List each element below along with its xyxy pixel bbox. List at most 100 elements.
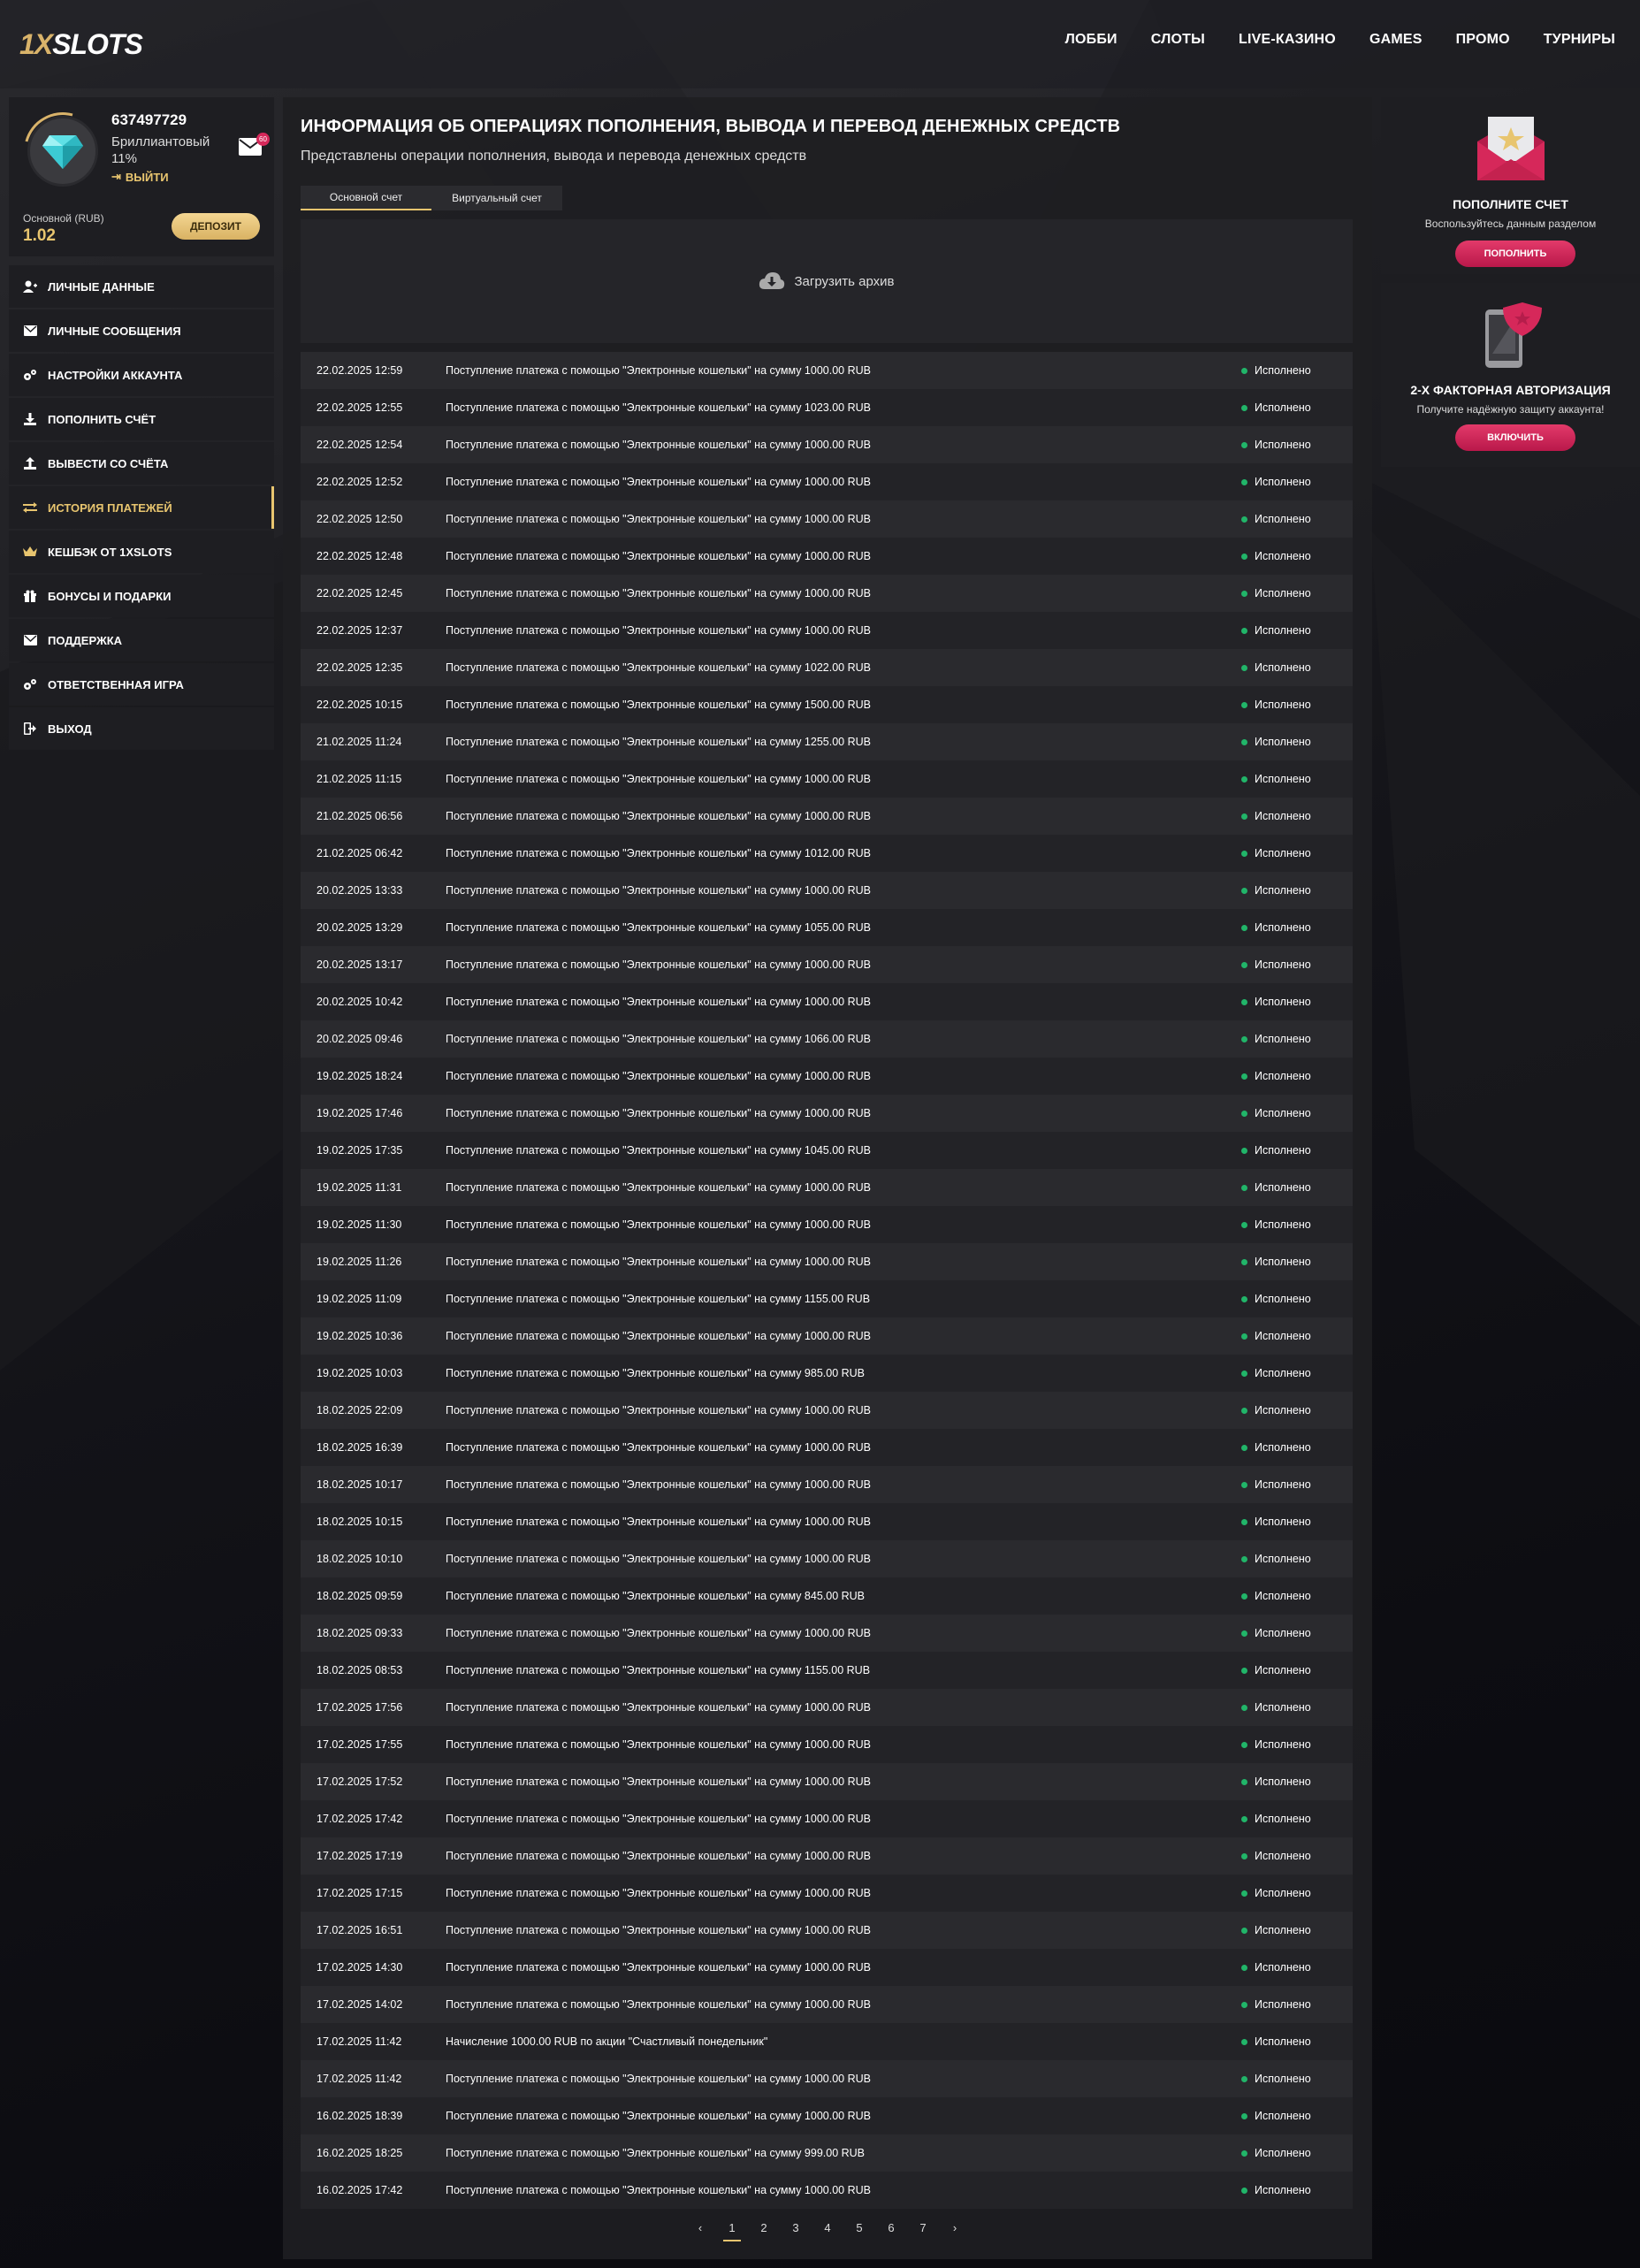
tx-status-label: Исполнено [1255, 1107, 1311, 1119]
diamond-icon [42, 135, 83, 169]
pager-prev-icon[interactable]: ‹ [684, 2218, 716, 2241]
tx-status: Исполнено [1241, 1664, 1353, 1676]
tx-status: Исполнено [1241, 661, 1353, 674]
tx-date: 16.02.2025 18:25 [317, 2147, 403, 2159]
tx-status: Исполнено [1241, 1738, 1353, 1751]
tx-status-label: Исполнено [1255, 884, 1311, 897]
table-row: 21.02.2025 06:56 Поступление платежа с по… [301, 798, 1353, 835]
pager-next-icon[interactable]: › [939, 2218, 971, 2241]
site-logo[interactable]: 1X SLOTS [19, 27, 143, 62]
menu-responsible-gaming[interactable]: ОТВЕТСТВЕННАЯ ИГРА [9, 663, 274, 706]
envelope-star-icon [1477, 117, 1545, 180]
menu-withdraw[interactable]: ВЫВЕСТИ СО СЧЁТА [9, 442, 274, 485]
status-dot-icon [1241, 1778, 1247, 1785]
tx-status: Исполнено [1241, 1516, 1353, 1528]
table-row: 18.02.2025 10:15 Поступление платежа с по… [301, 1503, 1353, 1540]
tx-status: Исполнено [1241, 364, 1353, 377]
tx-status: Исполнено [1241, 1218, 1353, 1231]
tx-status-label: Исполнено [1255, 2184, 1311, 2196]
menu-account-settings[interactable]: НАСТРОЙКИ АККАУНТА [9, 354, 274, 396]
pager-page-7[interactable]: 7 [907, 2218, 939, 2241]
table-row: 22.02.2025 12:37 Поступление платежа с по… [301, 612, 1353, 649]
gears-icon [23, 368, 37, 382]
menu-personal-messages[interactable]: ЛИЧНЫЕ СООБЩЕНИЯ [9, 309, 274, 352]
table-row: 17.02.2025 16:51 Поступление платежа с по… [301, 1912, 1353, 1949]
tx-description: Поступление платежа с помощью "Электронн… [446, 1070, 871, 1082]
top-up-button[interactable]: ПОПОЛНИТЬ [1455, 241, 1575, 267]
table-row: 22.02.2025 12:50 Поступление платежа с по… [301, 500, 1353, 538]
table-row: 18.02.2025 22:09 Поступление платежа с по… [301, 1392, 1353, 1429]
status-dot-icon [1241, 813, 1247, 820]
nav-lobby[interactable]: ЛОББИ [1065, 32, 1117, 48]
menu-cashback[interactable]: КЕШБЭК ОТ 1XSLOTS [9, 531, 274, 573]
menu-label: ЛИЧНЫЕ ДАННЫЕ [48, 279, 155, 294]
user-id: 637497729 [111, 111, 187, 128]
tab-virtual-account[interactable]: Виртуальный счет [431, 186, 562, 210]
table-row: 16.02.2025 17:42 Поступление платежа с по… [301, 2172, 1353, 2209]
table-row: 20.02.2025 10:42 Поступление платежа с по… [301, 983, 1353, 1020]
status-dot-icon [1241, 1964, 1247, 1971]
pager-page-3[interactable]: 3 [780, 2218, 812, 2241]
tx-status-label: Исполнено [1255, 1293, 1311, 1305]
deposit-button[interactable]: ДЕПОЗИТ [172, 213, 260, 240]
tx-status-label: Исполнено [1255, 736, 1311, 748]
tx-description: Поступление платежа с помощью "Электронн… [446, 1516, 871, 1528]
tx-date: 20.02.2025 13:29 [317, 921, 403, 934]
tx-date: 20.02.2025 13:33 [317, 884, 403, 897]
tx-description: Поступление платежа с помощью "Электронн… [446, 699, 871, 711]
tx-date: 17.02.2025 17:19 [317, 1850, 403, 1862]
menu-personal-data[interactable]: ЛИЧНЫЕ ДАННЫЕ [9, 265, 274, 308]
status-dot-icon [1241, 1815, 1247, 1822]
pager-page-2[interactable]: 2 [748, 2218, 780, 2241]
tx-date: 19.02.2025 10:36 [317, 1330, 403, 1342]
tx-date: 17.02.2025 17:55 [317, 1738, 403, 1751]
tx-status-label: Исполнено [1255, 1404, 1311, 1417]
status-dot-icon [1241, 515, 1247, 523]
tx-status-label: Исполнено [1255, 587, 1311, 599]
tx-description: Поступление платежа с помощью "Электронн… [446, 1181, 871, 1194]
menu-payment-history[interactable]: ИСТОРИЯ ПЛАТЕЖЕЙ [9, 486, 274, 529]
twofa-card-text: Получите надёжную защиту аккаунта! [1416, 403, 1605, 416]
tx-status-label: Исполнено [1255, 1887, 1311, 1899]
pager-page-4[interactable]: 4 [812, 2218, 843, 2241]
nav-promo[interactable]: ПРОМО [1456, 32, 1510, 48]
menu-exit[interactable]: ВЫХОД [9, 707, 274, 750]
pager-page-5[interactable]: 5 [843, 2218, 875, 2241]
download-archive-button[interactable]: Загрузить архив [301, 219, 1353, 343]
tx-description: Поступление платежа с помощью "Электронн… [446, 810, 871, 822]
tx-status: Исполнено [1241, 1293, 1353, 1305]
menu-label: ВЫХОД [48, 722, 92, 736]
table-row: 22.02.2025 12:55 Поступление платежа с по… [301, 389, 1353, 426]
table-row: 18.02.2025 08:53 Поступление платежа с по… [301, 1652, 1353, 1689]
tx-description: Поступление платежа с помощью "Электронн… [446, 1998, 871, 2011]
nav-slots[interactable]: СЛОТЫ [1151, 32, 1205, 48]
pager-page-1[interactable]: 1 [716, 2218, 748, 2241]
tx-status-label: Исполнено [1255, 2073, 1311, 2085]
nav-games[interactable]: GAMES [1369, 32, 1423, 48]
table-row: 20.02.2025 13:29 Поступление платежа с по… [301, 909, 1353, 946]
menu-bonuses[interactable]: БОНУСЫ И ПОДАРКИ [9, 575, 274, 617]
logo-part-1x: 1X [19, 27, 53, 60]
tab-main-account[interactable]: Основной счет [301, 186, 431, 210]
status-dot-icon [1241, 1258, 1247, 1265]
avatar [27, 116, 98, 187]
tx-status: Исполнено [1241, 810, 1353, 822]
tx-status: Исполнено [1241, 587, 1353, 599]
tx-description: Поступление платежа с помощью "Электронн… [446, 1033, 871, 1045]
menu-deposit[interactable]: ПОПОЛНИТЬ СЧЁТ [9, 398, 274, 440]
menu-support[interactable]: ПОДДЕРЖКА [9, 619, 274, 661]
enable-2fa-button[interactable]: ВКЛЮЧИТЬ [1455, 424, 1575, 451]
nav-tournaments[interactable]: ТУРНИРЫ [1544, 32, 1615, 48]
pager-page-6[interactable]: 6 [875, 2218, 907, 2241]
table-row: 18.02.2025 10:10 Поступление платежа с по… [301, 1540, 1353, 1577]
tx-date: 17.02.2025 17:15 [317, 1887, 403, 1899]
tx-status-label: Исполнено [1255, 1330, 1311, 1342]
tx-status-label: Исполнено [1255, 1738, 1311, 1751]
envelope-icon [23, 633, 37, 647]
nav-live-casino[interactable]: LIVE-КАЗИНО [1239, 32, 1336, 48]
tx-date: 19.02.2025 11:26 [317, 1256, 402, 1268]
tx-date: 22.02.2025 12:55 [317, 401, 403, 414]
logout-link[interactable]: ⇥ ВЫЙТИ [111, 170, 169, 184]
tx-description: Поступление платежа с помощью "Электронн… [446, 661, 871, 674]
table-row: 21.02.2025 11:15 Поступление платежа с по… [301, 760, 1353, 798]
